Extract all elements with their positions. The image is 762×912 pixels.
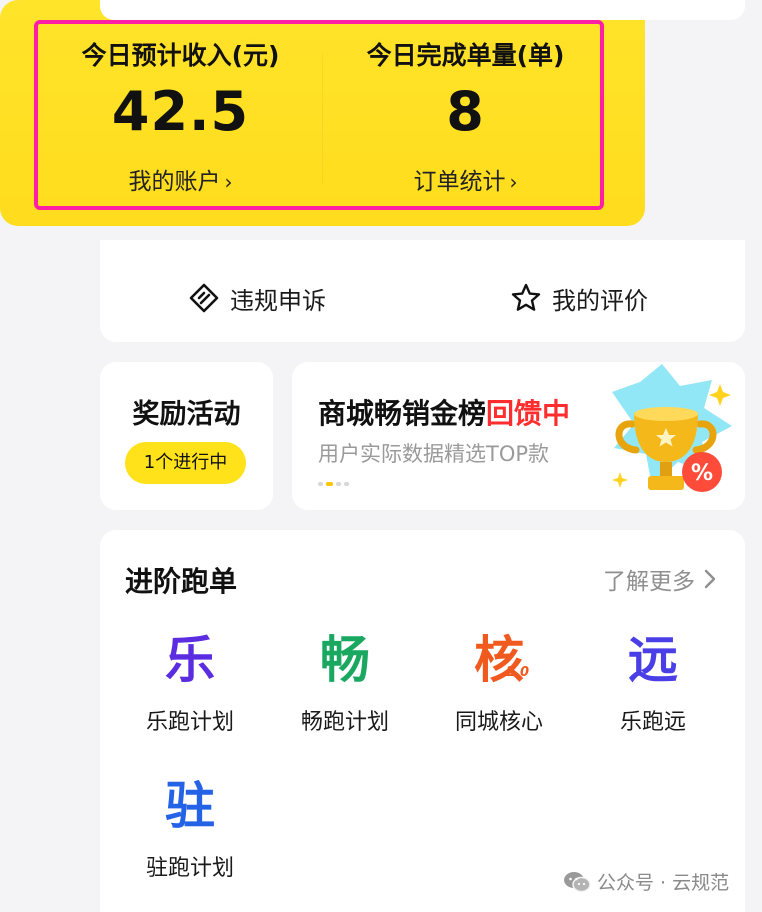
- banner-title-main: 商城畅销金榜: [318, 397, 487, 430]
- tag-icon: [189, 283, 219, 313]
- le-pao-yuan-glyph-icon: 远: [628, 631, 678, 689]
- my-account-label: 我的账户: [128, 169, 221, 195]
- banner-title: 商城畅销金榜回馈中: [318, 392, 570, 432]
- carousel-dot: [318, 482, 323, 486]
- income-stat[interactable]: 今日预计收入(元) 42.5 我的账户 ›: [38, 24, 323, 206]
- plan-label: 乐跑计划: [145, 710, 234, 735]
- orders-label: 今日完成单量(单): [366, 41, 565, 70]
- plan-label: 畅跑计划: [300, 710, 389, 735]
- plan-le-pao[interactable]: 乐 乐跑计划: [115, 630, 265, 736]
- carousel-dots: [318, 482, 349, 486]
- carousel-dot: [344, 482, 349, 486]
- chevron-right-icon: ›: [224, 170, 233, 194]
- plan-label: 同城核心: [454, 710, 543, 735]
- advanced-title: 进阶跑单: [125, 565, 238, 598]
- city-core-glyph-icon: 核 2.0: [424, 630, 574, 690]
- learn-more-label: 了解更多: [603, 569, 695, 595]
- order-stats-link[interactable]: 订单统计 ›: [323, 162, 608, 196]
- earnings-card: 今日预计收入(元) 42.5 我的账户 › 今日完成单量(单) 8 订单统计 ›: [0, 0, 645, 226]
- plan-city-core[interactable]: 核 2.0 同城核心: [424, 630, 574, 736]
- chevron-right-icon: [704, 569, 716, 589]
- version-tag: 2.0: [506, 665, 530, 680]
- banner-title-highlight: 回馈中: [486, 397, 571, 430]
- income-label: 今日预计收入(元): [81, 41, 280, 70]
- plan-zhu-pao[interactable]: 驻 驻跑计划: [115, 776, 265, 882]
- plan-chang-pao[interactable]: 畅 畅跑计划: [270, 630, 420, 736]
- carousel-dot: [336, 482, 341, 486]
- rewards-title: 奖励活动: [132, 399, 241, 430]
- city-core-glyph: 核: [474, 631, 524, 689]
- my-account-link[interactable]: 我的账户 ›: [38, 162, 323, 196]
- earnings-highlight-frame: 今日预计收入(元) 42.5 我的账户 › 今日完成单量(单) 8 订单统计 ›: [34, 20, 604, 210]
- watermark-text: 公众号 · 云规范: [597, 872, 730, 894]
- watermark: 公众号 · 云规范: [563, 868, 729, 895]
- chevron-right-icon: ›: [509, 170, 518, 194]
- wechat-icon: [564, 871, 591, 892]
- carousel-dot-active: [326, 482, 333, 486]
- my-reviews-label: 我的评价: [552, 286, 648, 315]
- plan-label: 乐跑远: [619, 710, 686, 735]
- orders-value: 8: [446, 80, 485, 143]
- order-stats-label: 订单统计: [413, 169, 506, 195]
- rewards-active-badge: 1个进行中: [125, 442, 246, 484]
- le-pao-glyph-icon: 乐: [165, 631, 215, 689]
- promo-banner[interactable]: 商城畅销金榜回馈中 用户实际数据精选TOP款 %: [292, 362, 745, 510]
- plan-label: 驻跑计划: [145, 856, 234, 881]
- orders-stat[interactable]: 今日完成单量(单) 8 订单统计 ›: [323, 24, 608, 206]
- plan-le-pao-yuan[interactable]: 远 乐跑远: [578, 630, 728, 736]
- previous-card-edge: [100, 0, 745, 20]
- advanced-plans-card: 进阶跑单 了解更多 乐 乐跑计划 畅 畅跑计划 核 2.0 同城核心 远 乐跑远…: [100, 530, 745, 912]
- income-value: 42.5: [111, 80, 250, 143]
- trophy-icon: %: [612, 364, 732, 492]
- rewards-card[interactable]: 奖励活动 1个进行中: [100, 362, 273, 510]
- zhu-pao-glyph-icon: 驻: [165, 777, 215, 835]
- chang-pao-glyph-icon: 畅: [320, 631, 370, 689]
- discount-badge-symbol: %: [691, 461, 713, 486]
- appeal-button[interactable]: 违规申诉: [188, 280, 326, 316]
- star-icon: [511, 283, 541, 311]
- appeal-label: 违规申诉: [230, 286, 326, 315]
- action-row: 违规申诉 我的评价: [100, 240, 745, 342]
- banner-subtitle: 用户实际数据精选TOP款: [318, 442, 550, 466]
- my-reviews-button[interactable]: 我的评价: [510, 280, 648, 316]
- learn-more-link[interactable]: 了解更多: [603, 562, 717, 596]
